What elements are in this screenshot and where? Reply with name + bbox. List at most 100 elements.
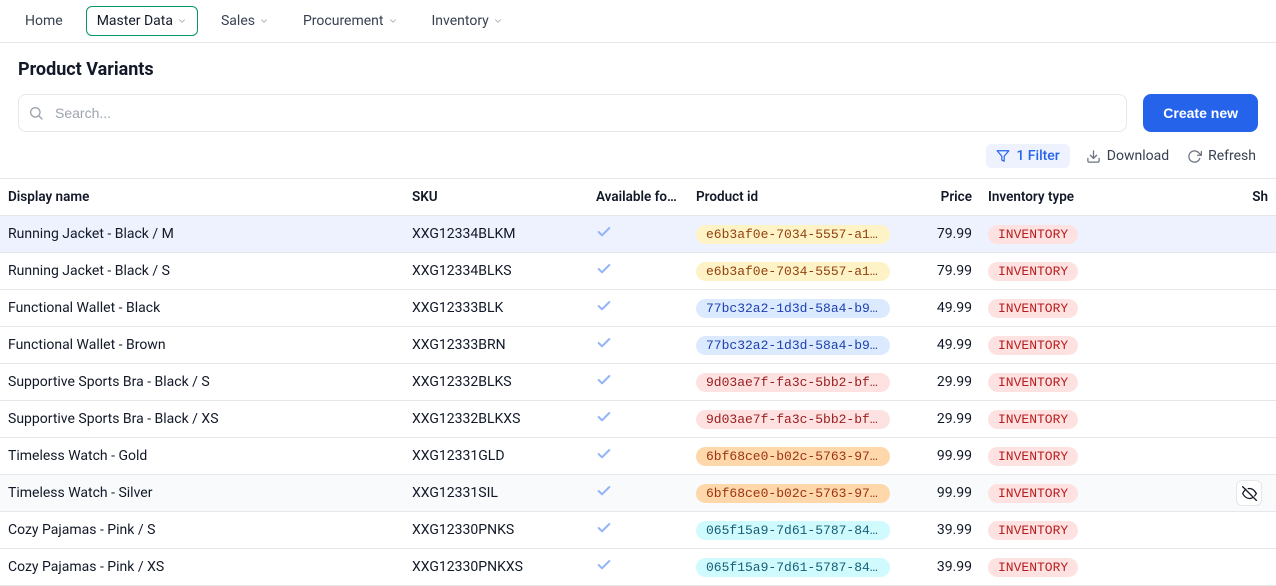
- search-input[interactable]: [18, 94, 1127, 132]
- check-icon: [596, 557, 612, 573]
- product-id-pill: 77bc32a2-1d3d-58a4-b9b7…: [696, 299, 890, 318]
- cell-inventory-type: INVENTORY: [980, 290, 1170, 327]
- table-row[interactable]: Functional Wallet - BlackXXG12333BLK 77bc…: [0, 290, 1276, 327]
- cell-available: [588, 327, 688, 364]
- inventory-type-pill: INVENTORY: [988, 373, 1078, 392]
- refresh-button[interactable]: Refresh: [1185, 146, 1258, 166]
- page-header: Product Variants Create new: [0, 43, 1276, 132]
- cell-inventory-type: INVENTORY: [980, 549, 1170, 586]
- table-row[interactable]: Functional Wallet - BrownXXG12333BRN77bc…: [0, 327, 1276, 364]
- cell-product-id: 77bc32a2-1d3d-58a4-b9b7…: [688, 290, 898, 327]
- col-product-id[interactable]: Product id: [688, 179, 898, 216]
- product-id-pill: 6bf68ce0-b02c-5763-97b6-…: [696, 447, 890, 466]
- chevron-down-icon: [259, 16, 269, 26]
- chevron-down-icon: [177, 16, 187, 26]
- table-row[interactable]: Timeless Watch - GoldXXG12331GLD6bf68ce0…: [0, 438, 1276, 475]
- cell-price: 39.99: [898, 549, 980, 586]
- table-row[interactable]: Supportive Sports Bra - Black / SXXG1233…: [0, 364, 1276, 401]
- table-row[interactable]: Running Jacket - Black / MXXG12334BLKMe6…: [0, 216, 1276, 253]
- product-id-pill: 6bf68ce0-b02c-5763-97b6-…: [696, 484, 890, 503]
- download-icon: [1086, 149, 1101, 164]
- cell-product-id: e6b3af0e-7034-5557-a191-…: [688, 253, 898, 290]
- cell-price: 99.99: [898, 475, 980, 512]
- check-icon: [596, 224, 612, 240]
- product-id-pill: 065f15a9-7d61-5787-848c…: [696, 558, 890, 577]
- download-button[interactable]: Download: [1084, 146, 1171, 166]
- table-row[interactable]: Running Jacket - Black / SXXG12334BLKS e6…: [0, 253, 1276, 290]
- nav-item-procurement[interactable]: Procurement: [292, 6, 409, 36]
- table-row[interactable]: Cozy Pajamas - Pink / SXXG12330PNKS065f1…: [0, 512, 1276, 549]
- filter-button[interactable]: 1 Filter: [986, 144, 1069, 168]
- check-icon: [596, 372, 612, 388]
- cell-inventory-type: INVENTORY: [980, 253, 1170, 290]
- product-id-pill: 9d03ae7f-fa3c-5bb2-bfa0-9…: [696, 373, 890, 392]
- hide-row-button[interactable]: [1236, 480, 1262, 506]
- cell-sh: [1170, 216, 1276, 253]
- cell-product-id: 77bc32a2-1d3d-58a4-b9b7…: [688, 327, 898, 364]
- col-price[interactable]: Price: [898, 179, 980, 216]
- product-id-pill: e6b3af0e-7034-5557-a191-…: [696, 262, 890, 281]
- product-id-pill: 065f15a9-7d61-5787-848c…: [696, 521, 890, 540]
- actions-row: 1 Filter Download Refresh: [0, 138, 1276, 178]
- col-sh[interactable]: Sh: [1170, 179, 1276, 216]
- col-available[interactable]: Available for…: [588, 179, 688, 216]
- inventory-type-pill: INVENTORY: [988, 336, 1078, 355]
- cell-display-name: Running Jacket - Black / S: [0, 253, 404, 290]
- cell-display-name: Supportive Sports Bra - Black / XS: [0, 401, 404, 438]
- nav-item-master-data[interactable]: Master Data: [86, 6, 198, 36]
- cell-display-name: Timeless Watch - Gold: [0, 438, 404, 475]
- cell-price: 99.99: [898, 438, 980, 475]
- nav-item-home[interactable]: Home: [14, 6, 74, 36]
- cell-sh: [1170, 512, 1276, 549]
- inventory-type-pill: INVENTORY: [988, 262, 1078, 281]
- cell-sh: [1170, 253, 1276, 290]
- cell-sh: [1170, 475, 1276, 512]
- cell-sh: [1170, 401, 1276, 438]
- nav-label: Sales: [221, 13, 255, 29]
- cell-sh: [1170, 364, 1276, 401]
- cell-display-name: Functional Wallet - Brown: [0, 327, 404, 364]
- nav-label: Master Data: [97, 13, 173, 29]
- search-icon: [28, 105, 44, 121]
- filter-label: 1 Filter: [1016, 148, 1059, 164]
- cell-sku: XXG12333BLK: [404, 290, 588, 327]
- cell-sh: [1170, 438, 1276, 475]
- cell-product-id: 065f15a9-7d61-5787-848c…: [688, 512, 898, 549]
- table-header-row: Display name SKU Available for… Product …: [0, 179, 1276, 216]
- table-row[interactable]: Timeless Watch - SilverXXG12331SIL6bf68c…: [0, 475, 1276, 512]
- cell-sku: XXG12334BLKM: [404, 216, 588, 253]
- download-label: Download: [1107, 148, 1169, 164]
- cell-inventory-type: INVENTORY: [980, 512, 1170, 549]
- check-icon: [596, 298, 612, 314]
- cell-inventory-type: INVENTORY: [980, 364, 1170, 401]
- cell-available: [588, 438, 688, 475]
- table-row[interactable]: Cozy Pajamas - Pink / XSXXG12330PNKXS065…: [0, 549, 1276, 586]
- nav-item-inventory[interactable]: Inventory: [421, 6, 514, 36]
- nav-label: Inventory: [432, 13, 489, 29]
- product-id-pill: 77bc32a2-1d3d-58a4-b9b7…: [696, 336, 890, 355]
- cell-display-name: Functional Wallet - Black: [0, 290, 404, 327]
- product-id-pill: e6b3af0e-7034-5557-a191-…: [696, 225, 890, 244]
- col-inventory-type[interactable]: Inventory type: [980, 179, 1170, 216]
- inventory-type-pill: INVENTORY: [988, 521, 1078, 540]
- check-icon: [596, 483, 612, 499]
- page-title: Product Variants: [18, 59, 1258, 80]
- create-new-button[interactable]: Create new: [1143, 94, 1258, 132]
- cell-display-name: Timeless Watch - Silver: [0, 475, 404, 512]
- col-display-name[interactable]: Display name: [0, 179, 404, 216]
- cell-product-id: 9d03ae7f-fa3c-5bb2-bfa0-9…: [688, 364, 898, 401]
- cell-sku: XXG12330PNKXS: [404, 549, 588, 586]
- cell-sku: XXG12334BLKS: [404, 253, 588, 290]
- cell-inventory-type: INVENTORY: [980, 401, 1170, 438]
- search-wrap: [18, 94, 1127, 132]
- inventory-type-pill: INVENTORY: [988, 484, 1078, 503]
- cell-price: 39.99: [898, 512, 980, 549]
- check-icon: [596, 446, 612, 462]
- chevron-down-icon: [493, 16, 503, 26]
- nav-item-sales[interactable]: Sales: [210, 6, 280, 36]
- cell-available: [588, 216, 688, 253]
- col-sku[interactable]: SKU: [404, 179, 588, 216]
- table-row[interactable]: Supportive Sports Bra - Black / XSXXG123…: [0, 401, 1276, 438]
- cell-available: [588, 549, 688, 586]
- product-id-pill: 9d03ae7f-fa3c-5bb2-bfa0-9…: [696, 410, 890, 429]
